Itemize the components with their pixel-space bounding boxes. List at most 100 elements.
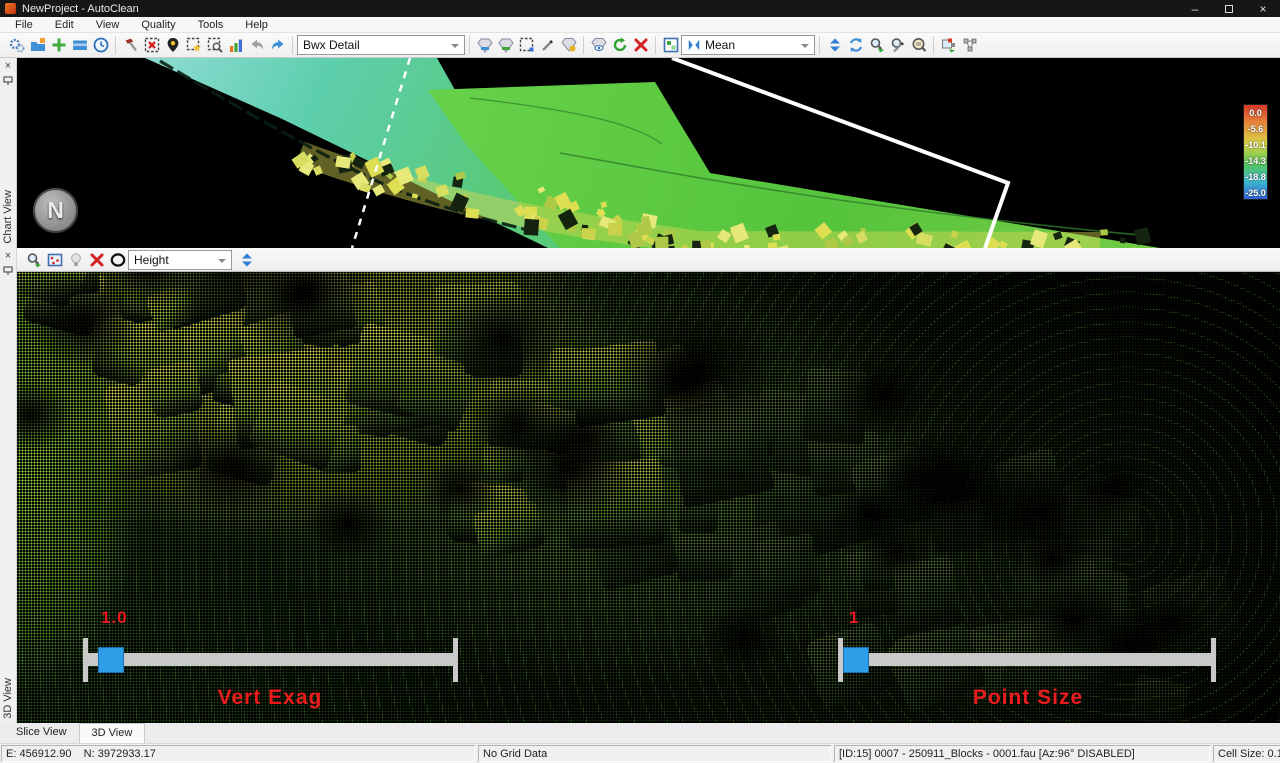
point-cloud-shadow [172, 418, 293, 515]
point-cloud-shadow [1014, 527, 1092, 589]
filter-gem-blue-icon[interactable] [474, 35, 495, 56]
chart-view-strip: × Chart View [0, 58, 17, 248]
cleaning-hammer-icon[interactable] [120, 35, 141, 56]
close-panel-icon[interactable]: × [5, 60, 11, 73]
color-mode-value: Height [134, 253, 169, 267]
pin-panel-icon[interactable] [3, 73, 13, 91]
toolbar-separator [292, 36, 293, 54]
legend-label: -25.0 [1244, 185, 1267, 201]
zoom-select-icon[interactable] [23, 249, 44, 270]
pin-panel-icon[interactable] [3, 263, 13, 281]
delete-x-icon[interactable] [86, 249, 107, 270]
undo-icon[interactable] [246, 35, 267, 56]
chart-view-panel[interactable]: N 0.0 -5.6 -10.1 -14.3 -18.8 -25.0 [0, 58, 1280, 248]
view3d-panel[interactable]: 1.0 Vert Exag 1 Point Size [0, 272, 1280, 723]
toolbar-separator [469, 36, 470, 54]
chevron-down-icon [451, 44, 459, 48]
main-toolbar: Bwx Detail Mean [0, 33, 1280, 58]
close-panel-icon[interactable]: × [5, 250, 11, 263]
minimize-button[interactable]: – [1178, 0, 1212, 17]
title-bar: NewProject - AutoClean – × [0, 0, 1280, 17]
view-tab-bar: Slice View 3D View [0, 723, 1280, 744]
edit-pen-icon[interactable] [537, 35, 558, 56]
window-title: NewProject - AutoClean [22, 3, 139, 15]
chevron-down-icon [801, 44, 809, 48]
vert-exag-handle[interactable] [98, 647, 124, 673]
menu-view[interactable]: View [85, 17, 131, 33]
point-cloud-shadow [1130, 591, 1210, 655]
menu-bar: File Edit View Quality Tools Help [0, 17, 1280, 33]
select-delete-icon[interactable] [141, 35, 162, 56]
delete-x-icon[interactable] [630, 35, 651, 56]
tab-slice-view[interactable]: Slice View [4, 723, 79, 743]
chart-canvas[interactable] [0, 58, 1280, 248]
mean-x-icon [687, 38, 701, 52]
maximize-icon [1225, 5, 1233, 13]
toolbar-separator [583, 36, 584, 54]
point-size-value: 1 [849, 608, 859, 628]
statistics-bars-icon[interactable] [225, 35, 246, 56]
statistic-combo[interactable]: Mean [681, 35, 815, 55]
status-grid: No Grid Data [478, 745, 831, 762]
menu-tools[interactable]: Tools [187, 17, 235, 33]
vert-exag-track[interactable] [88, 653, 455, 666]
point-cloud-shadow [305, 489, 391, 558]
detail-level-combo[interactable]: Bwx Detail [297, 35, 465, 55]
point-size-handle[interactable] [843, 647, 869, 673]
menu-file[interactable]: File [4, 17, 44, 33]
add-files-icon[interactable] [48, 35, 69, 56]
detail-level-value: Bwx Detail [303, 38, 360, 52]
toolbar-separator [655, 36, 656, 54]
menu-quality[interactable]: Quality [130, 17, 186, 33]
project-settings-icon[interactable] [6, 35, 27, 56]
point-size-track[interactable] [843, 653, 1213, 666]
point-cloud-shadow [613, 301, 780, 435]
zoom-select-icon[interactable] [866, 35, 887, 56]
view3d-strip-label: 3D View [2, 678, 14, 719]
legend-label: -5.6 [1244, 121, 1267, 137]
swap-views-icon[interactable] [236, 249, 257, 270]
grid-toggle-icon[interactable] [660, 35, 681, 56]
statistic-value: Mean [705, 38, 735, 52]
point-cloud-shadow [439, 288, 564, 388]
select-zoom-icon[interactable] [204, 35, 225, 56]
gem-settings-icon[interactable] [558, 35, 579, 56]
zoom-edit-icon[interactable] [887, 35, 908, 56]
view3d-toolbar: Height [17, 248, 1280, 272]
lasso-icon[interactable] [107, 249, 128, 270]
legend-label: -18.8 [1244, 169, 1267, 185]
tab-3d-view[interactable]: 3D View [79, 723, 146, 743]
redo-icon[interactable] [267, 35, 288, 56]
select-add-icon[interactable] [183, 35, 204, 56]
position-marker-icon[interactable] [162, 35, 183, 56]
export-image-icon[interactable] [938, 35, 959, 56]
light-bulb-icon[interactable] [65, 249, 86, 270]
legend-label: 0.0 [1244, 105, 1267, 121]
node-links-icon[interactable] [959, 35, 980, 56]
refresh-icon[interactable] [845, 35, 866, 56]
depth-color-legend: 0.0 -5.6 -10.1 -14.3 -18.8 -25.0 [1243, 104, 1268, 200]
time-clock-icon[interactable] [90, 35, 111, 56]
maximize-button[interactable] [1212, 0, 1246, 17]
folder-new-icon[interactable] [27, 35, 48, 56]
chevron-down-icon [218, 259, 226, 263]
restore-undo-icon[interactable] [609, 35, 630, 56]
zoom-open-icon[interactable] [908, 35, 929, 56]
point-size-label: Point Size [928, 686, 1128, 710]
menu-edit[interactable]: Edit [44, 17, 85, 33]
open-archive-icon[interactable] [69, 35, 90, 56]
app-logo-icon [5, 3, 16, 14]
swap-views-icon[interactable] [824, 35, 845, 56]
vert-exag-label: Vert Exag [170, 686, 370, 710]
chart-view-label: Chart View [2, 190, 14, 244]
filter-gem-green-icon[interactable] [495, 35, 516, 56]
close-button[interactable]: × [1246, 0, 1280, 17]
north-compass[interactable]: N [33, 188, 78, 233]
select-polygon-icon[interactable] [516, 35, 537, 56]
status-coordinates: E: 456912.90 N: 3972933.17 [1, 745, 475, 762]
point-cloud-shadow [270, 272, 331, 320]
color-mode-combo[interactable]: Height [128, 250, 232, 270]
menu-help[interactable]: Help [234, 17, 279, 33]
point-frame-icon[interactable] [44, 249, 65, 270]
gem-view-icon[interactable] [588, 35, 609, 56]
